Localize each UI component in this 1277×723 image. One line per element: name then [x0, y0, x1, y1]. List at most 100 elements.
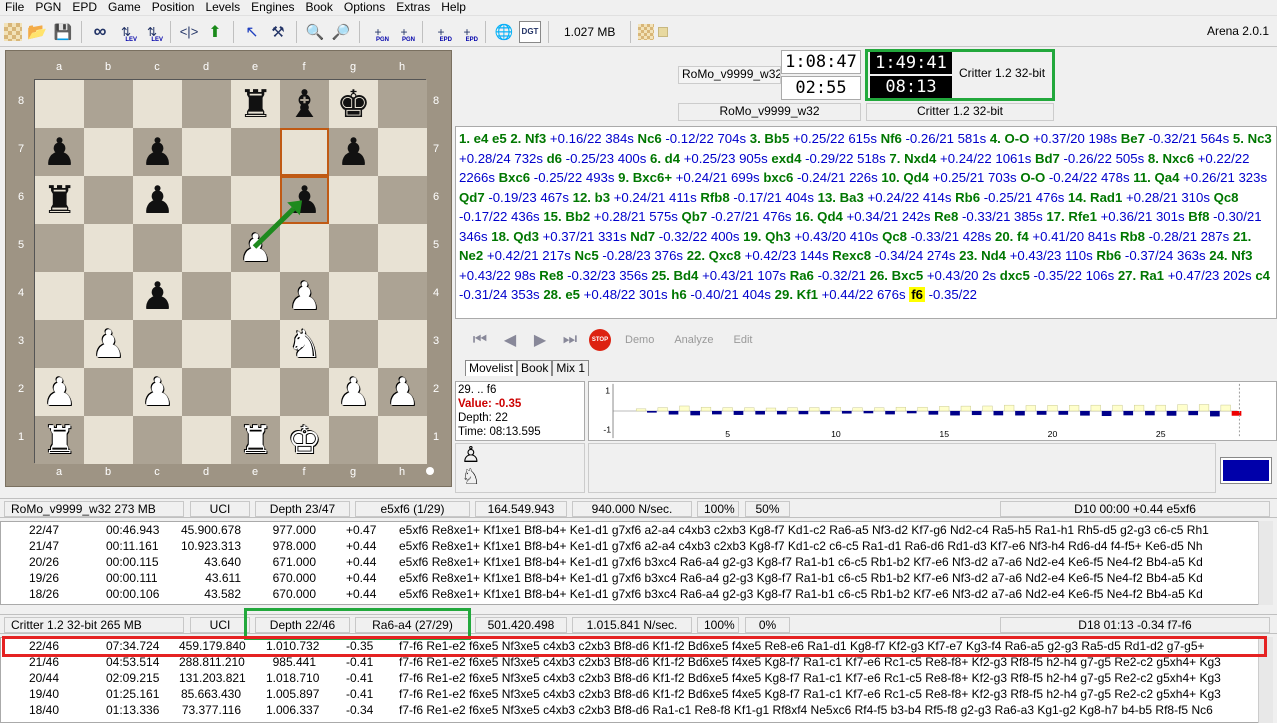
square-f6[interactable]: ♟	[280, 176, 329, 224]
engine2-pv-row[interactable]: 20/44 02:09.215 131.203.821 1.018.710 -0.41 f…	[1, 670, 1261, 686]
move-token[interactable]: Bf8	[1188, 209, 1209, 224]
move-token[interactable]: O-O	[1020, 170, 1045, 185]
level-2-icon[interactable]: ⇅ LEV	[141, 21, 163, 43]
zoom-in-icon[interactable]: 🔍	[304, 21, 326, 43]
menu-file[interactable]: File	[0, 0, 30, 15]
square-a8[interactable]	[35, 80, 84, 128]
square-h1[interactable]	[378, 416, 427, 464]
move-token[interactable]: Qc8	[1214, 190, 1239, 205]
square-a2[interactable]: ♟	[35, 368, 84, 416]
move-token[interactable]: 14. Rad1	[1068, 190, 1122, 205]
square-f7[interactable]	[280, 128, 329, 176]
move-token[interactable]: 12. b3	[573, 190, 610, 205]
move-token[interactable]: 15. Bb2	[543, 209, 590, 224]
move-token[interactable]: Ra6	[790, 268, 814, 283]
square-b2[interactable]	[84, 368, 133, 416]
square-h6[interactable]	[378, 176, 427, 224]
square-h3[interactable]	[378, 320, 427, 368]
globe-icon[interactable]: 🌐	[493, 21, 515, 43]
dgt-board-icon[interactable]: DGT	[519, 20, 541, 43]
black-rook-icon[interactable]: ♜	[42, 181, 76, 219]
square-d1[interactable]	[182, 416, 231, 464]
square-e3[interactable]	[231, 320, 280, 368]
engine1-pv-row[interactable]: 21/47 00:11.161 10.923.313 978.000 +0.44 e5xf…	[1, 538, 1261, 554]
square-b8[interactable]	[84, 80, 133, 128]
menu-levels[interactable]: Levels	[200, 0, 246, 15]
white-pawn-icon[interactable]: ♟	[336, 373, 370, 411]
move-token[interactable]: 20. f4	[995, 229, 1029, 244]
move-token[interactable]: h6	[671, 287, 686, 302]
move-token[interactable]: Nd7	[630, 229, 655, 244]
square-f8[interactable]: ♝	[280, 80, 329, 128]
move-token[interactable]: bxc6	[763, 170, 793, 185]
move-token[interactable]: Qb7	[682, 209, 708, 224]
move-token[interactable]: 17. Rfe1	[1046, 209, 1097, 224]
move-token[interactable]: 27. Ra1	[1118, 268, 1164, 283]
square-b7[interactable]	[84, 128, 133, 176]
square-g1[interactable]	[329, 416, 378, 464]
engine1-scrollbar[interactable]	[1258, 521, 1273, 605]
white-pawn-icon[interactable]: ♟	[91, 325, 125, 363]
square-g2[interactable]: ♟	[329, 368, 378, 416]
edit-button[interactable]: Edit	[733, 334, 752, 346]
menu-game[interactable]: Game	[103, 0, 147, 15]
move-token[interactable]: 24. Nf3	[1209, 248, 1252, 263]
white-pawn-icon[interactable]: ♟	[140, 373, 174, 411]
menu-position[interactable]: Position	[147, 0, 201, 15]
white-pawn-icon[interactable]: ♟	[42, 373, 76, 411]
infinite-icon[interactable]: ∞	[89, 21, 111, 43]
move-token[interactable]: 9. Bxc6+	[618, 170, 672, 185]
move-token[interactable]: Rexc8	[832, 248, 871, 263]
square-e6[interactable]	[231, 176, 280, 224]
menu-options[interactable]: Options	[339, 0, 391, 15]
black-king-icon[interactable]: ♚	[336, 85, 370, 123]
move-token[interactable]: 11. Qa4	[1133, 170, 1179, 185]
square-c6[interactable]: ♟	[133, 176, 182, 224]
white-knight-icon[interactable]: ♞	[287, 325, 321, 363]
square-c7[interactable]: ♟	[133, 128, 182, 176]
engine1-pv-row[interactable]: 22/47 00:46.943 45.900.678 977.000 +0.47 e5xf…	[1, 522, 1261, 538]
move-token[interactable]: 4. O-O	[990, 131, 1030, 146]
square-f3[interactable]: ♞	[280, 320, 329, 368]
epd-save-icon[interactable]: + EPD	[456, 21, 478, 43]
move-token[interactable]: Qd7	[459, 190, 485, 205]
move-token[interactable]: Rb8	[1120, 229, 1145, 244]
move-token[interactable]: 8. Nxc6	[1148, 151, 1194, 166]
move-list[interactable]: 1. e4 e5 2. Nf3 +0.16/22 384s Nc6 -0.12/…	[455, 126, 1277, 319]
current-move[interactable]: f6	[909, 287, 925, 302]
move-token[interactable]: 22. Qxc8	[687, 248, 741, 263]
move-token[interactable]: 18. Qd3	[491, 229, 539, 244]
square-a1[interactable]: ♜	[35, 416, 84, 464]
square-d6[interactable]	[182, 176, 231, 224]
zoom-out-icon[interactable]: 🔎	[330, 21, 352, 43]
square-c4[interactable]: ♟	[133, 272, 182, 320]
square-g4[interactable]	[329, 272, 378, 320]
square-h7[interactable]	[378, 128, 427, 176]
square-a7[interactable]: ♟	[35, 128, 84, 176]
engine2-pv-row[interactable]: 18/40 01:13.336 73.377.116 1.006.337 -0.34 f7…	[1, 702, 1261, 718]
move-token[interactable]: 16. Qd4	[795, 209, 843, 224]
move-token[interactable]: 19. Qh3	[743, 229, 791, 244]
move-token[interactable]: Rfb8	[700, 190, 729, 205]
move-token[interactable]: Rb6	[955, 190, 980, 205]
move-token[interactable]: Nc5	[575, 248, 599, 263]
move-token[interactable]: 13. Ba3	[818, 190, 864, 205]
move-token[interactable]: d6	[547, 151, 562, 166]
black-pawn-icon[interactable]: ♟	[42, 133, 76, 171]
move-token[interactable]: Qc8	[882, 229, 907, 244]
tab-mix[interactable]: Mix 1	[552, 360, 590, 376]
square-e4[interactable]	[231, 272, 280, 320]
move-token[interactable]: 6. d4	[650, 151, 680, 166]
menu-epd[interactable]: EPD	[67, 0, 103, 15]
new-game-icon[interactable]	[4, 22, 22, 41]
square-g8[interactable]: ♚	[329, 80, 378, 128]
tools-icon[interactable]: ⚒	[267, 21, 289, 43]
square-d5[interactable]	[182, 224, 231, 272]
move-token[interactable]: exd4	[771, 151, 801, 166]
stop-button[interactable]: STOP	[589, 329, 611, 351]
move-token[interactable]: 23. Nd4	[959, 248, 1006, 263]
epd-load-icon[interactable]: + EPD	[430, 21, 452, 43]
black-rook-icon[interactable]: ♜	[238, 85, 272, 123]
white-pawn-icon[interactable]: ♟	[287, 277, 321, 315]
square-c5[interactable]	[133, 224, 182, 272]
